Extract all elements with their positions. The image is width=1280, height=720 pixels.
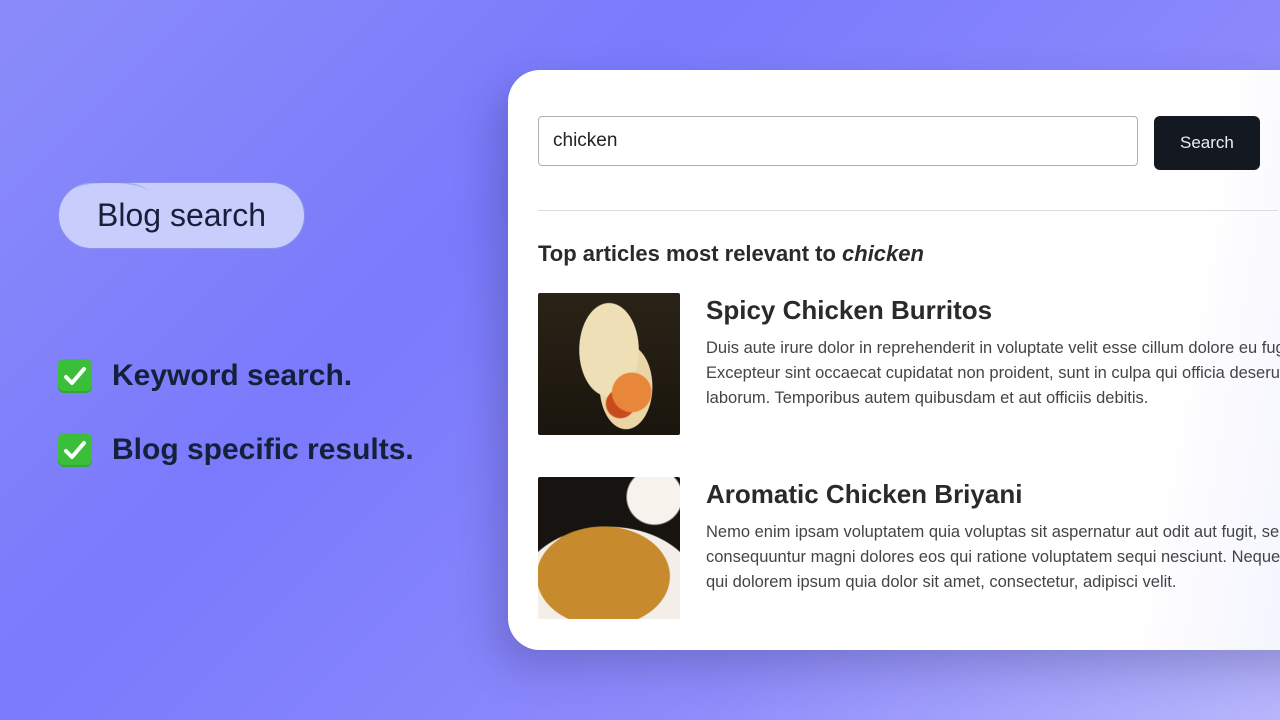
- feature-bullet-text: Blog specific results.: [112, 433, 414, 467]
- result-thumbnail: [538, 477, 680, 619]
- feature-badge: Blog search: [58, 182, 305, 249]
- feature-bullet: Keyword search.: [58, 359, 478, 393]
- result-item[interactable]: Aromatic Chicken Briyani Nemo enim ipsam …: [538, 477, 1280, 619]
- feature-bullet: Blog specific results.: [58, 433, 478, 467]
- feature-badge-label: Blog search: [97, 197, 266, 233]
- search-input[interactable]: [538, 116, 1138, 166]
- feature-bullets: Keyword search. Blog specific results.: [58, 359, 478, 467]
- divider: [538, 210, 1278, 211]
- result-title: Spicy Chicken Burritos: [706, 295, 1280, 326]
- check-icon: [58, 433, 92, 467]
- search-panel: Search Top articles most relevant to chi…: [508, 70, 1280, 650]
- marketing-left-column: Blog search Keyword search. Blog specifi…: [58, 182, 478, 507]
- result-description: Nemo enim ipsam voluptatem quia voluptas…: [706, 520, 1280, 594]
- results-heading: Top articles most relevant to chicken: [538, 241, 1280, 267]
- search-button[interactable]: Search: [1154, 116, 1260, 170]
- result-body: Aromatic Chicken Briyani Nemo enim ipsam …: [706, 477, 1280, 619]
- result-title: Aromatic Chicken Briyani: [706, 479, 1280, 510]
- result-description: Duis aute irure dolor in reprehenderit i…: [706, 336, 1280, 410]
- result-thumbnail: [538, 293, 680, 435]
- feature-bullet-text: Keyword search.: [112, 359, 352, 393]
- result-item[interactable]: Spicy Chicken Burritos Duis aute irure do…: [538, 293, 1280, 435]
- results-heading-query: chicken: [842, 241, 924, 266]
- search-row: Search: [538, 116, 1280, 170]
- check-icon: [58, 359, 92, 393]
- results-heading-prefix: Top articles most relevant to: [538, 241, 842, 266]
- results-list: Spicy Chicken Burritos Duis aute irure do…: [538, 293, 1280, 619]
- result-body: Spicy Chicken Burritos Duis aute irure do…: [706, 293, 1280, 435]
